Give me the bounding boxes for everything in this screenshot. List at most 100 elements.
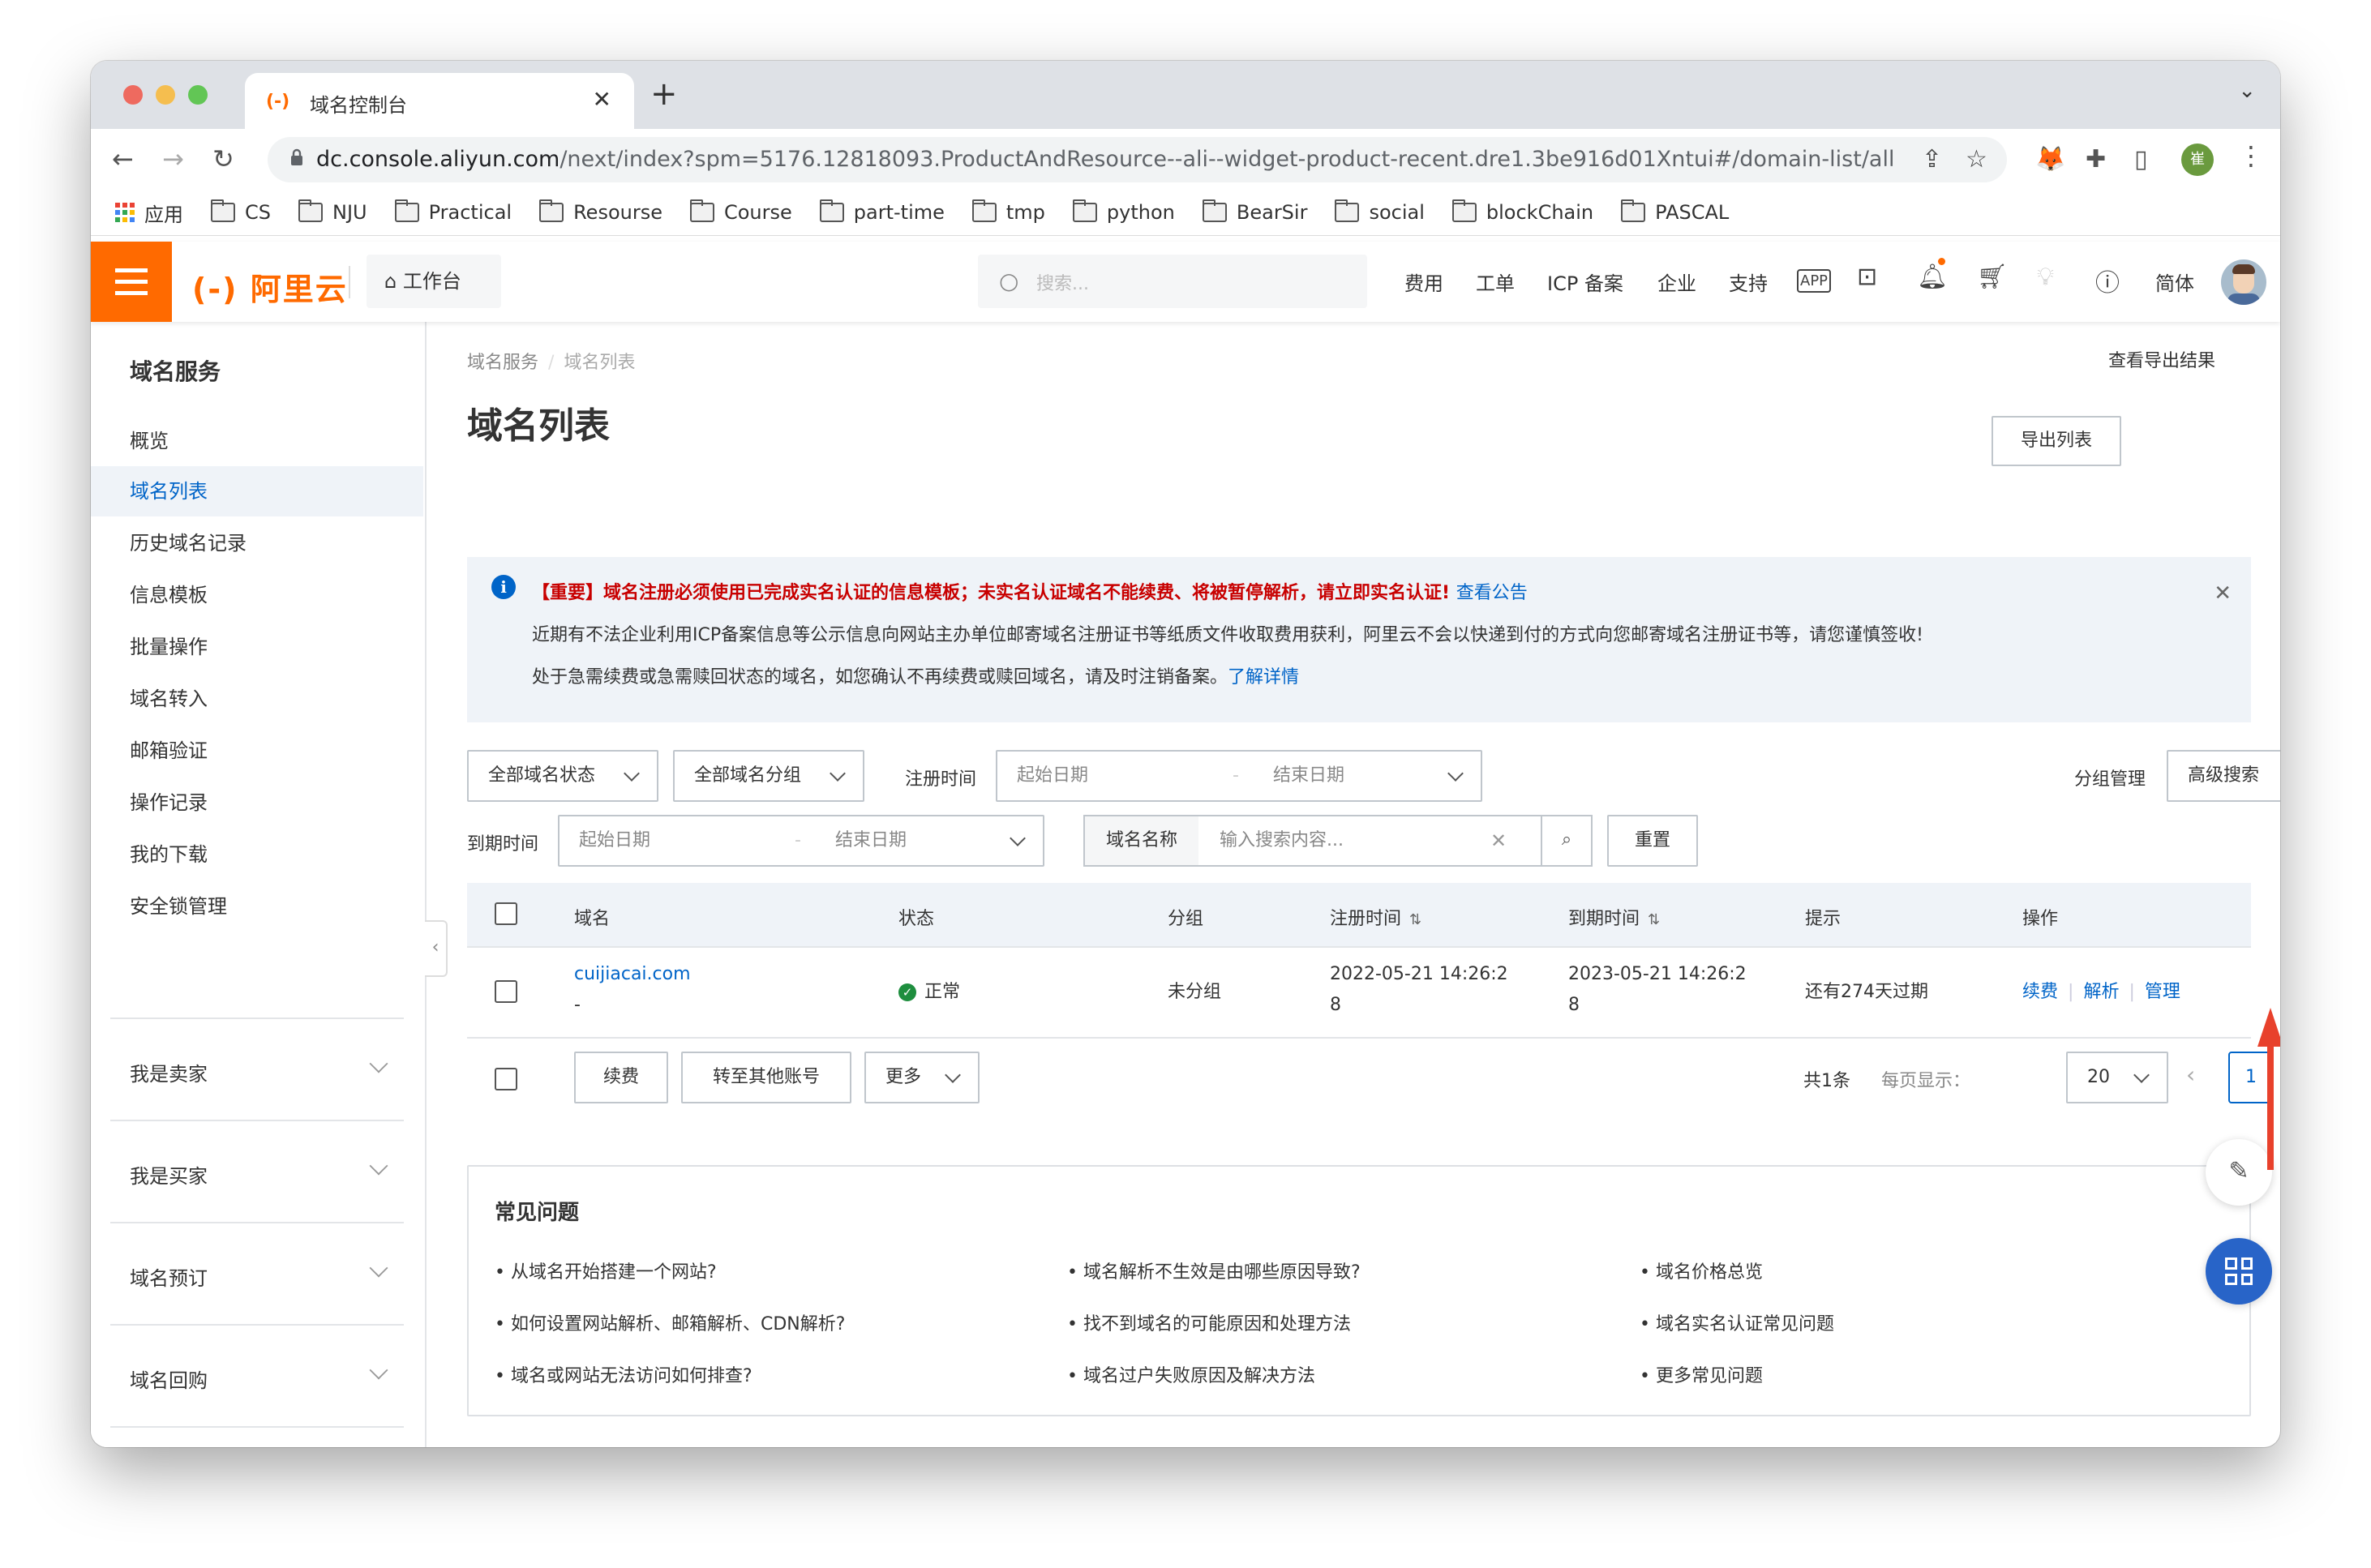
breadcrumb-item[interactable]: 域名服务 (467, 353, 538, 373)
bookmark-folder[interactable]: Resourse (539, 199, 662, 224)
maximize-window-button[interactable] (188, 85, 208, 105)
more-faq-link[interactable]: 更多常见问题 (1640, 1361, 1763, 1387)
manage-link[interactable]: 管理 (2145, 982, 2180, 1002)
more-dropdown[interactable]: 更多 (864, 1052, 980, 1103)
per-page-select[interactable]: 20 (2066, 1052, 2168, 1103)
url-bar[interactable]: dc.console.aliyun.com/next/index?spm=517… (268, 137, 2007, 182)
domain-search-input[interactable]: 输入搜索内容... (1220, 816, 1344, 865)
view-export-results-link[interactable]: 查看导出结果 (2108, 346, 2215, 372)
bookmark-folder[interactable]: BearSir (1202, 199, 1307, 224)
transfer-account-button[interactable]: 转至其他账号 (681, 1052, 851, 1103)
metamask-fox-icon[interactable]: 🦊 (2035, 145, 2065, 174)
reg-date-range-picker[interactable]: 起始日期 - 结束日期 (996, 750, 1482, 802)
sidebar-panel-icon[interactable]: ▯ (2134, 145, 2148, 174)
bookmark-folder[interactable]: Course (689, 199, 792, 224)
faq-link[interactable]: 域名价格总览 (1640, 1257, 1763, 1283)
reload-button[interactable]: ↻ (212, 144, 234, 174)
bookmark-folder[interactable]: PASCAL (1621, 199, 1729, 224)
sidebar-item-downloads[interactable]: 我的下载 (91, 829, 423, 880)
footer-select-all-checkbox[interactable] (495, 1068, 517, 1090)
bookmark-folder[interactable]: tmp (971, 199, 1045, 224)
bell-icon[interactable]: 🔔︎ (1917, 263, 1948, 291)
back-button[interactable]: ← (112, 144, 134, 174)
faq-link[interactable]: 域名过户失败原因及解决方法 (1067, 1361, 1315, 1387)
clear-icon[interactable]: ✕ (1490, 816, 1507, 865)
forward-button[interactable]: → (162, 144, 184, 174)
close-window-button[interactable] (123, 85, 143, 105)
nav-icp[interactable]: ICP 备案 (1547, 268, 1623, 296)
dns-resolve-link[interactable]: 解析 (2083, 982, 2119, 1002)
bookmark-folder[interactable]: Practical (394, 199, 512, 224)
domain-status-select[interactable]: 全部域名状态 (467, 750, 658, 802)
quick-apps-button[interactable] (2206, 1238, 2272, 1305)
sidebar-item-op-log[interactable]: 操作记录 (91, 778, 423, 828)
group-management-link[interactable]: 分组管理 (2074, 765, 2146, 790)
faq-link[interactable]: 从域名开始搭建一个网站? (495, 1257, 717, 1283)
faq-link[interactable]: 域名解析不生效是由哪些原因导致? (1067, 1257, 1361, 1283)
search-icon[interactable]: ⌕ (1541, 816, 1591, 865)
sidebar-item-history[interactable]: 历史域名记录 (91, 518, 423, 568)
faq-link[interactable]: 域名实名认证常见问题 (1640, 1309, 1834, 1335)
tab-search-chevron-icon[interactable]: ⌄ (2238, 79, 2256, 103)
sidebar-collapse-button[interactable]: ‹ (425, 920, 448, 977)
lightbulb-icon[interactable]: 💡︎ (2037, 263, 2054, 291)
sidebar-item-transfer-in[interactable]: 域名转入 (91, 674, 423, 724)
workbench-button[interactable]: ⌂ 工作台 (367, 255, 501, 308)
nav-support[interactable]: 支持 (1729, 268, 1768, 296)
bookmark-folder[interactable]: NJU (298, 199, 367, 224)
browser-menu-icon[interactable]: ⋮ (2238, 140, 2264, 171)
profile-avatar[interactable]: 崔 (2181, 144, 2214, 176)
bookmark-folder[interactable]: part-time (819, 199, 945, 224)
select-all-checkbox[interactable] (495, 902, 517, 925)
reset-button[interactable]: 重置 (1607, 815, 1698, 867)
column-header-reg-time[interactable]: 注册时间 ⇅ (1330, 904, 1421, 930)
domain-group-select[interactable]: 全部域名分组 (673, 750, 864, 802)
nav-enterprise[interactable]: 企业 (1657, 268, 1696, 296)
user-avatar[interactable] (2221, 259, 2266, 305)
minimize-window-button[interactable] (156, 85, 175, 105)
faq-link[interactable]: 域名或网站无法访问如何排查? (495, 1361, 752, 1387)
faq-link[interactable]: 找不到域名的可能原因和处理方法 (1067, 1309, 1351, 1335)
terminal-icon[interactable]: ⊡ (1857, 263, 1877, 291)
bookmark-folder[interactable]: blockChain (1451, 199, 1593, 224)
sidebar-group-buyback[interactable]: 域名回购 (110, 1324, 404, 1428)
nav-tickets[interactable]: 工单 (1476, 268, 1515, 296)
bookmark-folder[interactable]: python (1072, 199, 1175, 224)
sidebar-group-seller[interactable]: 我是卖家 (110, 1017, 404, 1121)
header-search-input[interactable]: ○ 搜索... (978, 255, 1367, 308)
bookmark-folder[interactable]: social (1335, 199, 1425, 224)
extensions-puzzle-icon[interactable]: ✚ (2086, 145, 2106, 174)
share-icon[interactable]: ⇪ (1922, 145, 1942, 174)
sidebar-group-reserve[interactable]: 域名预订 (110, 1222, 404, 1326)
aliyun-logo[interactable]: (-) 阿里云 (192, 264, 348, 309)
view-announcement-link[interactable]: 查看公告 (1456, 583, 1528, 603)
sidebar-group-buyer[interactable]: 我是买家 (110, 1120, 404, 1223)
sidebar-item-templates[interactable]: 信息模板 (91, 570, 423, 620)
tab-close-icon[interactable]: ✕ (593, 86, 611, 113)
sidebar-item-overview[interactable]: 概览 (91, 416, 423, 466)
column-header-expire-time[interactable]: 到期时间 ⇅ (1568, 904, 1660, 930)
app-icon[interactable]: APP (1797, 269, 1832, 293)
sidebar-item-domain-list[interactable]: 域名列表 (91, 466, 423, 516)
faq-link[interactable]: 如何设置网站解析、邮箱解析、CDN解析? (495, 1309, 845, 1335)
nav-billing[interactable]: 费用 (1404, 268, 1443, 296)
help-icon[interactable]: ⓘ (2095, 263, 2120, 298)
bookmark-apps[interactable]: 应用 (115, 199, 183, 227)
browser-tab[interactable]: (-) 域名控制台 ✕ (245, 73, 634, 129)
renew-link[interactable]: 续费 (2022, 982, 2058, 1002)
export-list-button[interactable]: 导出列表 (1992, 416, 2121, 466)
cart-icon[interactable]: 🛒︎ (1977, 263, 2008, 291)
prev-page-button[interactable]: ‹ (2186, 1061, 2195, 1088)
new-tab-button[interactable]: + (650, 75, 678, 113)
batch-renew-button[interactable]: 续费 (574, 1052, 668, 1103)
close-icon[interactable]: ✕ (2214, 581, 2232, 606)
bookmark-folder[interactable]: CS (211, 199, 271, 224)
menu-hamburger-icon[interactable] (91, 242, 172, 322)
learn-more-link[interactable]: 了解详情 (1228, 667, 1299, 688)
language-switch[interactable]: 简体 (2155, 268, 2194, 296)
bookmark-star-icon[interactable]: ☆ (1966, 145, 1987, 174)
row-checkbox[interactable] (495, 980, 517, 1003)
domain-link[interactable]: cuijiacai.com (574, 959, 691, 990)
sidebar-item-security-lock[interactable]: 安全锁管理 (91, 881, 423, 932)
sidebar-item-batch[interactable]: 批量操作 (91, 622, 423, 672)
